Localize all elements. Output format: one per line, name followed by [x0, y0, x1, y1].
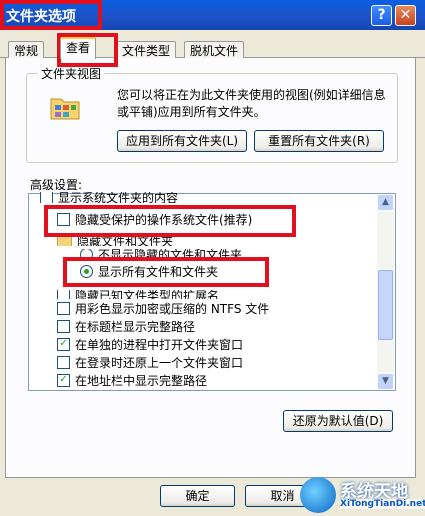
- highlight-window-title: [0, 0, 102, 30]
- folder-views-icon: [50, 94, 80, 120]
- watermark-globe-icon: [300, 477, 336, 513]
- scroll-down-icon[interactable]: ▼: [377, 373, 394, 390]
- setting-separate-process[interactable]: ✓ 在单独的进程中打开文件夹窗口: [57, 336, 243, 354]
- checkbox-checked[interactable]: ✓: [57, 374, 70, 387]
- highlight-show-all: [63, 257, 269, 287]
- restore-defaults-button[interactable]: 还原为默认值(D): [283, 410, 393, 432]
- setting-label: 显示系统文件夹的内容: [58, 192, 179, 203]
- help-button[interactable]: ?: [371, 5, 392, 26]
- checkbox[interactable]: [57, 356, 70, 369]
- setting-full-path-address[interactable]: ✓ 在地址栏中显示完整路径: [57, 372, 207, 390]
- tab-general[interactable]: 常规: [8, 41, 45, 59]
- reset-all-folders-button[interactable]: 重置所有文件夹(R): [254, 130, 384, 152]
- checkbox[interactable]: [57, 302, 70, 315]
- scroll-up-icon[interactable]: ▲: [377, 194, 394, 211]
- setting-label: 在单独的进程中打开文件夹窗口: [75, 338, 244, 352]
- checkbox[interactable]: [57, 320, 70, 333]
- setting-label: 在标题栏显示完整路径: [75, 320, 196, 334]
- checkbox[interactable]: [40, 192, 53, 203]
- tab-file-types[interactable]: 文件类型: [116, 41, 177, 59]
- setting-full-path-title[interactable]: 在标题栏显示完整路径: [57, 318, 195, 336]
- close-button[interactable]: ✕: [395, 5, 416, 26]
- scroll-thumb[interactable]: [378, 270, 393, 340]
- ok-button[interactable]: 确定: [160, 485, 235, 507]
- checkbox[interactable]: [57, 290, 70, 299]
- tab-view[interactable]: 查看: [60, 37, 97, 59]
- folder-views-description: 您可以将正在为此文件夹使用的视图(例如详细信息或平铺)应用到所有文件夹。: [117, 88, 386, 119]
- setting-label: 隐藏已知文件类型的扩展名: [75, 290, 220, 299]
- watermark-url: XiTongTianDi.net: [340, 499, 425, 509]
- folder-icon: [57, 236, 72, 246]
- setting-hidden-files-folder: 隐藏文件和文件夹: [57, 236, 173, 246]
- apply-to-all-folders-button[interactable]: 应用到所有文件夹(L): [117, 130, 247, 152]
- checkbox-checked[interactable]: ✓: [57, 338, 70, 351]
- setting-hide-extensions[interactable]: 隐藏已知文件类型的扩展名: [57, 290, 219, 299]
- highlight-hide-protected: [44, 205, 296, 237]
- advanced-settings-label: 高级设置:: [30, 178, 83, 192]
- setting-color-ntfs[interactable]: 用彩色显示加密或压缩的 NTFS 文件: [57, 300, 269, 318]
- setting-label: 在登录时还原上一个文件夹窗口: [75, 356, 244, 370]
- setting-label: 在地址栏中显示完整路径: [75, 374, 208, 388]
- setting-show-system-folder-contents[interactable]: 显示系统文件夹的内容: [40, 192, 178, 203]
- tab-offline-files[interactable]: 脱机文件: [184, 41, 245, 59]
- setting-label: 隐藏文件和文件夹: [77, 236, 174, 246]
- folder-views-group-label: 文件夹视图: [38, 65, 105, 82]
- setting-restore-windows[interactable]: 在登录时还原上一个文件夹窗口: [57, 354, 243, 372]
- setting-label: 用彩色显示加密或压缩的 NTFS 文件: [75, 302, 270, 316]
